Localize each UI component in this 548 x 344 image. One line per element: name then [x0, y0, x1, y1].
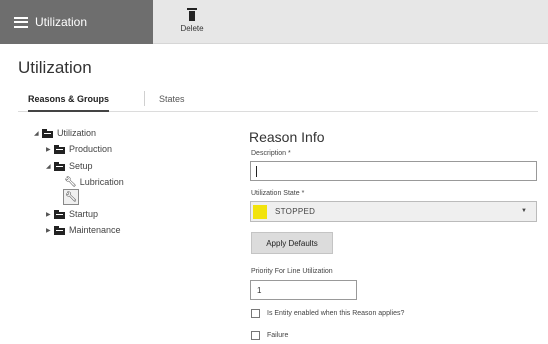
expand-arrow-icon[interactable]: ▶	[46, 146, 54, 153]
wrench-icon: 🔧︎	[64, 176, 77, 188]
tree-node-setup[interactable]: ◢ Setup	[46, 160, 93, 172]
expand-arrow-icon[interactable]: ▶	[46, 211, 54, 218]
delete-label: Delete	[180, 24, 204, 33]
state-color-swatch	[253, 204, 267, 219]
priority-label: Priority For Line Utilization	[251, 268, 333, 275]
tree-node-label: Setup	[69, 161, 93, 171]
trash-icon	[187, 8, 197, 21]
failure-label: Failure	[267, 332, 289, 339]
entity-enabled-checkbox[interactable]	[251, 309, 260, 318]
module-label: Utilization	[35, 15, 88, 29]
state-label: Utilization State *	[251, 190, 305, 197]
toolbar: Utilization Delete	[0, 0, 548, 44]
expand-arrow-icon[interactable]: ▶	[46, 227, 54, 234]
delete-button[interactable]: Delete	[177, 7, 207, 39]
tree-node-startup[interactable]: ▶ Startup	[46, 208, 98, 220]
failure-row: Failure	[251, 331, 288, 340]
state-value: STOPPED	[275, 207, 316, 216]
utilization-state-select[interactable]: STOPPED ▼	[250, 201, 537, 222]
collapse-arrow-icon[interactable]: ◢	[34, 130, 42, 137]
page-title: Utilization	[18, 58, 92, 77]
folder-icon	[54, 225, 65, 235]
description-input[interactable]	[250, 161, 537, 181]
description-label: Description *	[251, 150, 291, 157]
selected-reason-icon-box[interactable]: 🔧︎	[63, 189, 79, 205]
apply-defaults-button[interactable]: Apply Defaults	[251, 232, 333, 254]
tab-divider	[144, 91, 145, 106]
folder-icon	[42, 128, 53, 138]
collapse-arrow-icon[interactable]: ◢	[46, 163, 54, 170]
module-menu-button[interactable]: Utilization	[0, 0, 153, 44]
text-caret	[256, 166, 257, 177]
tree-node-production[interactable]: ▶ Production	[46, 143, 112, 155]
tree-node-label: Startup	[69, 209, 99, 219]
wrench-icon: 🔧︎	[64, 191, 78, 203]
entity-enabled-row: Is Entity enabled when this Reason appli…	[251, 309, 404, 318]
tree-node-label: Lubrication	[79, 177, 124, 187]
tab-bar: Reasons & Groups States	[18, 88, 538, 112]
tab-states[interactable]: States	[159, 94, 185, 112]
tree-node-label: Maintenance	[69, 225, 121, 235]
tree-node-maintenance[interactable]: ▶ Maintenance	[46, 224, 121, 236]
tab-reasons-groups[interactable]: Reasons & Groups	[28, 94, 110, 112]
failure-checkbox[interactable]	[251, 331, 260, 340]
tree-node-lubrication[interactable]: 🔧︎ Lubrication	[64, 176, 124, 188]
tree-node-utilization[interactable]: ◢ Utilization	[34, 127, 96, 139]
folder-icon	[54, 161, 65, 171]
priority-input[interactable]: 1	[250, 280, 357, 300]
dropdown-arrow-icon[interactable]: ▼	[521, 208, 527, 214]
folder-icon	[54, 144, 65, 154]
tree-node-label: Production	[69, 144, 113, 154]
folder-icon	[54, 209, 65, 219]
form-title: Reason Info	[249, 129, 325, 145]
tree-node-label: Utilization	[57, 128, 97, 138]
hamburger-menu-icon	[14, 16, 28, 28]
entity-enabled-label: Is Entity enabled when this Reason appli…	[267, 310, 405, 317]
